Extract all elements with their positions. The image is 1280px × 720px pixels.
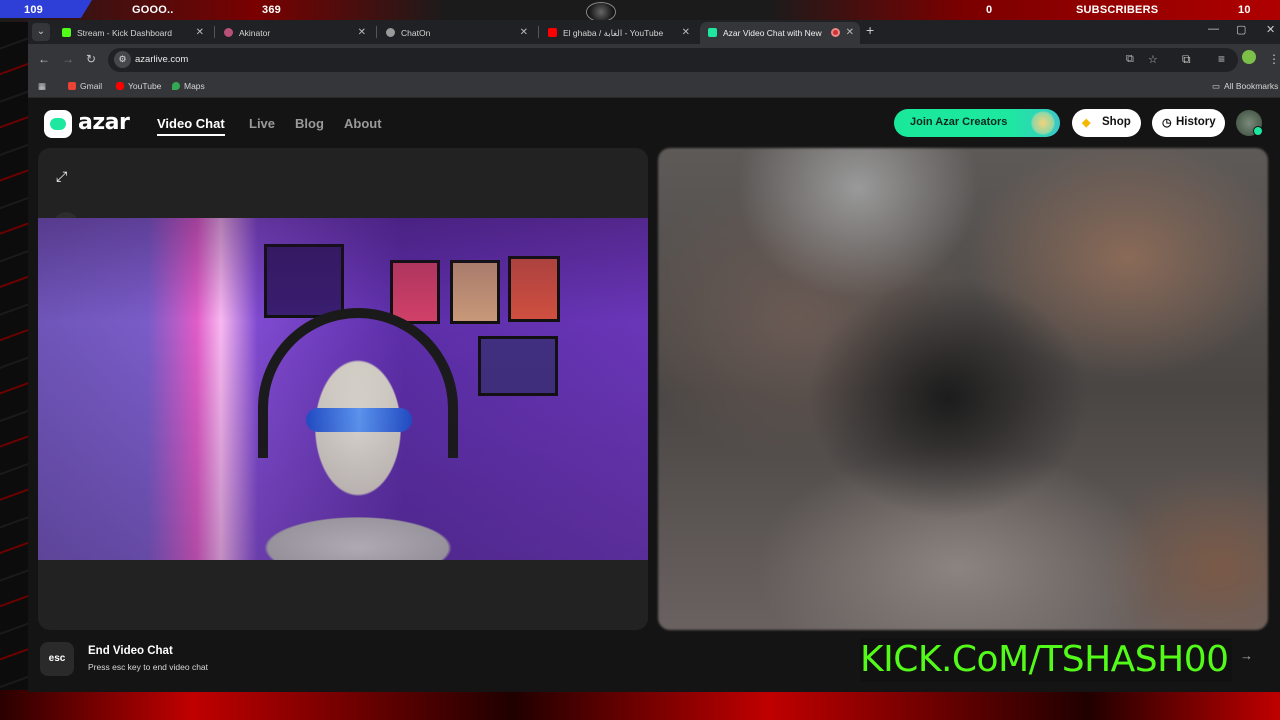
- overlay-bottom-decoration: [0, 690, 1280, 720]
- my-camera-panel: ⤢ ✦ ☺: [38, 148, 648, 630]
- tab-separator: [376, 26, 377, 38]
- kick-favicon-icon: [62, 28, 71, 37]
- overlay-emblem-icon: [586, 2, 616, 22]
- overlay-subscribers-count: 10: [1238, 4, 1251, 16]
- nav-about[interactable]: About: [344, 116, 382, 131]
- tab-label: Azar Video Chat with New: [723, 28, 822, 38]
- tab-label: Akinator: [239, 28, 271, 38]
- creators-badge-icon: [1030, 111, 1056, 135]
- user-avatar[interactable]: [1236, 110, 1263, 136]
- end-video-chat-hint: Press esc key to end video chat: [88, 662, 209, 672]
- reload-icon[interactable]: ↻: [86, 52, 96, 66]
- clock-icon: ◷: [1162, 117, 1172, 129]
- overlay-side-decoration: [0, 22, 28, 692]
- tab-close-icon[interactable]: ✕: [358, 22, 366, 44]
- extensions-icon[interactable]: ⧉: [1182, 52, 1191, 67]
- shop-button[interactable]: ◆ Shop: [1072, 109, 1141, 137]
- tab-close-icon[interactable]: ✕: [682, 22, 690, 44]
- stream-overlay-top: 109 GOOO.. 369 0 SUBSCRIBERS 10: [0, 0, 1280, 22]
- overlay-count-3: 0: [986, 4, 993, 16]
- tab-label: Stream - Kick Dashboard: [77, 28, 172, 38]
- tab-close-icon[interactable]: ✕: [520, 22, 528, 44]
- join-azar-creators-button[interactable]: Join Azar Creators: [894, 109, 1060, 137]
- tab-chaton[interactable]: ChatOn ✕: [378, 22, 534, 44]
- tab-akinator[interactable]: Akinator ✕: [216, 22, 372, 44]
- nav-live[interactable]: Live: [249, 116, 275, 131]
- browser-toolbar: ← → ↻ ⚙ azarlive.com ⧉ ☆ ⧉ ≡ ⋮: [28, 44, 1280, 76]
- tab-label: ChatOn: [401, 28, 431, 38]
- next-arrow-icon[interactable]: →: [1240, 648, 1253, 663]
- nav-blog[interactable]: Blog: [295, 116, 324, 131]
- tab-youtube-el-ghaba[interactable]: El ghaba / الغابة - YouTube ✕: [540, 22, 696, 44]
- overlay-left-badge: [0, 0, 92, 18]
- apps-grid-icon[interactable]: ▦: [38, 81, 46, 92]
- profile-icon[interactable]: [1242, 50, 1256, 64]
- tab-close-icon[interactable]: ✕: [846, 22, 854, 44]
- overlay-count: 369: [262, 4, 281, 16]
- stream-overlay-stage: 109 GOOO.. 369 0 SUBSCRIBERS 10 ⌄ Stream…: [0, 0, 1280, 720]
- bookmark-maps[interactable]: Maps: [172, 81, 205, 91]
- gem-icon: ◆: [1082, 117, 1091, 129]
- youtube-icon: [116, 82, 124, 90]
- history-button[interactable]: ◷ History: [1152, 109, 1225, 137]
- tab-strip: ⌄ Stream - Kick Dashboard ✕ Akinator ✕ C…: [28, 20, 1280, 44]
- gmail-icon: [68, 82, 76, 90]
- reading-list-icon[interactable]: ≡: [1218, 52, 1225, 66]
- overlay-left-count: 109: [24, 4, 43, 16]
- my-camera-feed: [38, 218, 648, 560]
- menu-icon[interactable]: ⋮: [1268, 52, 1280, 66]
- chaton-favicon-icon: [386, 28, 395, 37]
- maps-icon: [172, 82, 180, 90]
- tab-label: El ghaba / الغابة - YouTube: [563, 28, 664, 38]
- address-bar[interactable]: ⚙ azarlive.com ⧉ ☆: [108, 48, 1238, 72]
- forward-icon[interactable]: →: [62, 52, 74, 66]
- azar-page: azar Video Chat Live Blog About Join Aza…: [28, 98, 1280, 692]
- site-info-icon[interactable]: ⚙: [114, 51, 131, 68]
- minimize-icon[interactable]: —: [1208, 23, 1219, 35]
- end-video-chat-title: End Video Chat: [88, 645, 173, 657]
- end-chat-bar: esc End Video Chat Press esc key to end …: [28, 636, 1280, 692]
- tab-azar-video-chat[interactable]: Azar Video Chat with New ✕: [700, 22, 860, 44]
- new-tab-icon[interactable]: +: [866, 22, 874, 38]
- overlay-title: GOOO..: [132, 4, 174, 16]
- back-icon[interactable]: ←: [38, 52, 50, 66]
- partner-video-panel: [658, 148, 1268, 630]
- install-app-icon[interactable]: ⧉: [1126, 53, 1134, 66]
- recording-indicator-icon: [831, 28, 840, 37]
- tab-separator: [214, 26, 215, 38]
- bookmark-star-icon[interactable]: ☆: [1148, 53, 1158, 66]
- camera-lighting: [38, 218, 648, 560]
- close-window-icon[interactable]: ✕: [1266, 23, 1275, 36]
- kick-stream-url-overlay: KICK.CoM/TSHASH00: [860, 638, 1232, 682]
- expand-icon[interactable]: ⤢: [56, 168, 67, 185]
- maximize-icon[interactable]: ▢: [1236, 23, 1246, 36]
- tab-search-menu-icon[interactable]: ⌄: [32, 23, 50, 41]
- youtube-favicon-icon: [548, 28, 557, 37]
- bookmarks-bar: ▦ Gmail YouTube Maps ▭ All Bookmarks: [28, 76, 1280, 98]
- address-url[interactable]: azarlive.com: [135, 54, 188, 65]
- esc-key-button[interactable]: esc: [40, 642, 74, 676]
- browser-window: ⌄ Stream - Kick Dashboard ✕ Akinator ✕ C…: [28, 20, 1280, 692]
- akinator-favicon-icon: [224, 28, 233, 37]
- nav-video-chat[interactable]: Video Chat: [157, 116, 225, 136]
- azar-logo-text: azar: [78, 110, 130, 135]
- tab-close-icon[interactable]: ✕: [196, 22, 204, 44]
- tab-kick-dashboard[interactable]: Stream - Kick Dashboard ✕: [54, 22, 210, 44]
- overlay-subscribers-label: SUBSCRIBERS: [1076, 4, 1159, 16]
- tab-separator: [538, 26, 539, 38]
- bookmark-youtube[interactable]: YouTube: [116, 81, 161, 91]
- all-bookmarks[interactable]: ▭ All Bookmarks: [1212, 81, 1278, 92]
- azar-logo-icon: [44, 110, 72, 138]
- bookmark-gmail[interactable]: Gmail: [68, 81, 102, 91]
- folder-icon: ▭: [1212, 81, 1221, 91]
- azar-favicon-icon: [708, 28, 717, 37]
